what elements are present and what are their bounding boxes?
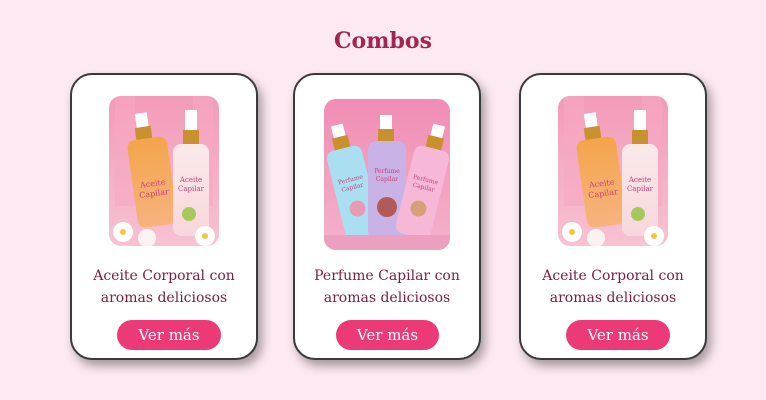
section-title: Combos [334,28,432,54]
svg-text:Aceite: Aceite [628,176,651,184]
product-card: Aceite Capilar Aceite Capilar Aceite Cor… [519,73,707,360]
product-caption: Aceite Corporal con aromas deliciosos [72,265,256,309]
svg-text:Capilar: Capilar [178,185,205,193]
svg-text:Aceite: Aceite [179,176,202,184]
caption-line: Aceite Corporal con [93,268,235,284]
product-image[interactable]: Aceite Capilar Aceite Capilar [109,96,219,246]
ver-mas-button[interactable]: Ver más [117,320,221,350]
product-caption: Aceite Corporal con aromas deliciosos [521,265,705,309]
caption-line: Aceite Corporal con [542,268,684,284]
product-caption: Perfume Capilar con aromas deliciosos [295,265,479,309]
product-image[interactable]: Aceite Capilar Aceite Capilar [558,96,668,246]
product-card: Aceite Capilar Aceite Capilar Aceite Cor… [70,73,258,360]
svg-text:Perfume: Perfume [374,168,400,175]
product-image[interactable]: Perfume Capilar Perfume Capilar Perfume … [324,99,450,250]
ver-mas-button[interactable]: Ver más [336,320,439,350]
caption-line: aromas deliciosos [100,290,228,306]
caption-line: aromas deliciosos [323,290,451,306]
ver-mas-button[interactable]: Ver más [566,320,670,350]
caption-line: aromas deliciosos [549,290,677,306]
caption-line: Perfume Capilar con [314,268,460,284]
svg-text:Capilar: Capilar [627,185,654,193]
product-card: Perfume Capilar Perfume Capilar Perfume … [293,73,481,360]
svg-text:Capilar: Capilar [376,176,398,183]
